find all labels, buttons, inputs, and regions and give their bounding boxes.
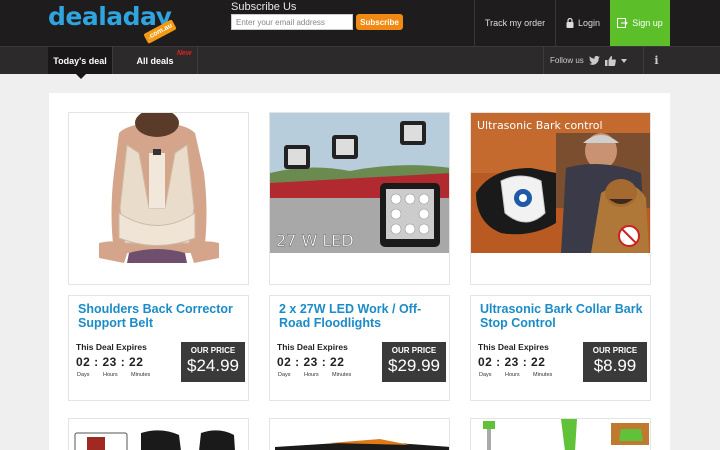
subscribe-title: Subscribe Us [231, 1, 297, 13]
deal-title[interactable]: 2 x 27W LED Work / Off-Road Floodlights [279, 302, 444, 330]
image-caption: 27 W LED [276, 231, 354, 250]
minutes-label: Minutes [533, 372, 553, 378]
tab-label: All deals [136, 55, 174, 66]
countdown-timer: 02 : 23 : 22 [76, 355, 144, 369]
deal-card-partial[interactable] [269, 418, 450, 450]
deal-card-partial[interactable] [470, 418, 651, 450]
deal-card-partial[interactable] [68, 418, 249, 450]
price-box[interactable]: OUR PRICE $8.99 [583, 342, 647, 382]
deal-details: Ultrasonic Bark Collar Bark Stop Control… [470, 295, 651, 401]
tab-label: Today's deal [53, 55, 107, 66]
price-label: OUR PRICE [391, 346, 437, 355]
price-box[interactable]: OUR PRICE $29.99 [382, 342, 446, 382]
price-value: $24.99 [187, 356, 239, 375]
image-caption: Ultrasonic Bark control [477, 119, 603, 132]
days-label: Days [77, 372, 90, 378]
site-logo[interactable]: dealaday .com.au [48, 2, 178, 46]
divider [197, 47, 198, 74]
price-value: $8.99 [593, 356, 637, 375]
hours-label: Hours [103, 372, 118, 378]
subscribe-button[interactable]: Subscribe [356, 14, 403, 30]
expires-label: This Deal Expires [478, 342, 549, 352]
price-label: OUR PRICE [190, 346, 236, 355]
signup-icon [617, 18, 628, 28]
product-image[interactable] [68, 112, 249, 285]
divider [543, 47, 544, 74]
follow-us: Follow us [550, 47, 627, 74]
hours-label: Hours [505, 372, 520, 378]
signup-button[interactable]: Sign up [610, 0, 670, 46]
active-tab-pointer [76, 74, 86, 79]
main-nav: Today's deal All deals New Follow us i [0, 46, 720, 79]
expires-label: This Deal Expires [277, 342, 348, 352]
login-label: Login [577, 18, 601, 28]
new-badge: New [177, 50, 192, 57]
info-icon[interactable]: i [643, 47, 670, 74]
track-order-link[interactable]: Track my order [475, 0, 555, 46]
minutes-label: Minutes [332, 372, 352, 378]
deal-title[interactable]: Ultrasonic Bark Collar Bark Stop Control [480, 302, 645, 330]
product-image[interactable]: 27 W LED [269, 112, 450, 285]
hours-label: Hours [304, 372, 319, 378]
logo-text: dealaday [48, 2, 172, 31]
top-header: dealaday .com.au Subscribe Us Subscribe … [0, 0, 720, 46]
minutes-label: Minutes [131, 372, 151, 378]
deal-title[interactable]: Shoulders Back Corrector Support Belt [78, 302, 243, 330]
login-link[interactable]: Login [556, 0, 610, 46]
tab-todays-deal[interactable]: Today's deal [48, 47, 112, 79]
countdown-timer: 02 : 23 : 22 [277, 355, 345, 369]
chevron-down-icon[interactable] [620, 58, 627, 63]
deal-details: 2 x 27W LED Work / Off-Road Floodlights … [269, 295, 450, 401]
expires-label: This Deal Expires [76, 342, 147, 352]
days-label: Days [479, 372, 492, 378]
price-label: OUR PRICE [592, 346, 638, 355]
email-input[interactable] [231, 14, 353, 30]
signup-label: Sign up [632, 18, 663, 28]
price-box[interactable]: OUR PRICE $24.99 [181, 342, 245, 382]
follow-label: Follow us [550, 56, 584, 65]
price-value: $29.99 [388, 356, 440, 375]
product-image[interactable]: Ultrasonic Bark control [470, 112, 651, 285]
thumbs-up-icon[interactable] [604, 55, 616, 66]
days-label: Days [278, 372, 291, 378]
countdown-timer: 02 : 23 : 22 [478, 355, 546, 369]
deal-details: Shoulders Back Corrector Support Belt Th… [68, 295, 249, 401]
lock-icon [566, 18, 574, 28]
twitter-icon[interactable] [588, 56, 600, 65]
